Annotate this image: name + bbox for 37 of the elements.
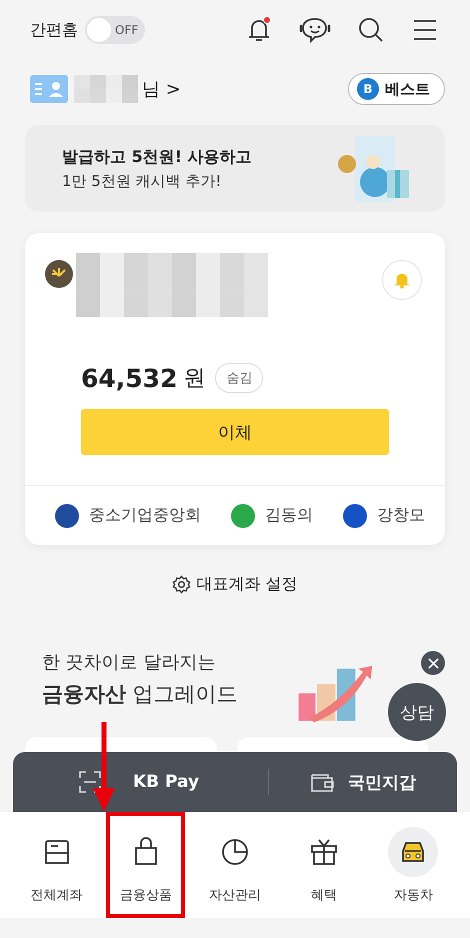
toggle-switch[interactable]: OFF: [85, 16, 145, 44]
blurred-name: [74, 75, 138, 103]
gift-icon: [309, 836, 340, 866]
nav-tab[interactable]: 금융상품: [106, 812, 186, 918]
favorite-contact[interactable]: 중소기업중앙회: [89, 505, 201, 526]
profile-link[interactable]: 님 >: [142, 77, 181, 101]
home-label: 간편홈: [30, 20, 78, 40]
close-icon: [428, 658, 438, 668]
id-card-icon: [30, 75, 68, 103]
grade-badge[interactable]: B 베스트: [348, 73, 445, 105]
favorite-contact[interactable]: 강창모: [377, 505, 425, 526]
hide-button[interactable]: 숨김: [215, 363, 264, 393]
consult-button[interactable]: 상담: [388, 683, 446, 741]
promo-subtitle: 1만 5천원 캐시백 추가!: [62, 172, 222, 190]
transfer-button[interactable]: 이체: [81, 409, 389, 455]
bell-icon: [393, 271, 411, 289]
close-button[interactable]: [421, 651, 445, 675]
currency-unit: 원: [183, 365, 206, 393]
promo-banner[interactable]: 발급하고 5천원! 사용하고 1만 5천원 캐시백 추가!: [25, 125, 445, 212]
promo-title: 발급하고 5천원! 사용하고: [62, 146, 252, 168]
banner-title: 금융자산 업그레이드: [42, 681, 238, 708]
balance-amount: 64,532: [81, 364, 178, 392]
nav-tab[interactable]: 전체계좌: [17, 812, 96, 918]
scan-icon: [79, 771, 101, 793]
banner-text: 한 끗차이로 달라지는: [42, 651, 216, 674]
chatbot-icon[interactable]: [298, 15, 332, 45]
wallet-icon: [310, 771, 334, 793]
pie-chart-icon: [220, 836, 250, 866]
settings-link[interactable]: 대표계좌 설정: [172, 570, 298, 594]
quick-button[interactable]: KB Pay: [13, 771, 268, 793]
favorite-contact[interactable]: 김동의: [265, 505, 313, 526]
quick-button[interactable]: 국민지갑: [268, 770, 457, 794]
bank-logo-icon: [45, 260, 73, 288]
settings-icon: [172, 574, 192, 594]
nav-tab[interactable]: 자산관리: [195, 812, 275, 918]
nav-tab[interactable]: 혜택: [284, 812, 364, 918]
nav-tab[interactable]: 자동차: [374, 812, 454, 918]
